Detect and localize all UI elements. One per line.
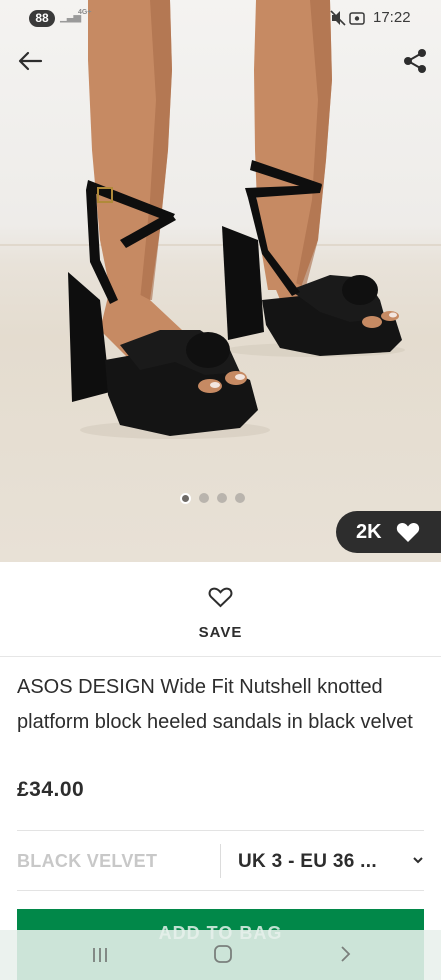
likes-badge[interactable]: 2K bbox=[336, 511, 441, 553]
save-section: SAVE bbox=[0, 562, 441, 657]
clock: 17:22 bbox=[373, 9, 411, 26]
vertical-divider bbox=[220, 844, 221, 878]
status-icons bbox=[330, 10, 366, 29]
heart-outline-icon[interactable] bbox=[208, 586, 233, 608]
mute-icon bbox=[330, 10, 365, 26]
save-button[interactable]: SAVE bbox=[0, 624, 441, 641]
carousel-dot-1[interactable] bbox=[180, 492, 191, 504]
likes-count: 2K bbox=[356, 520, 382, 543]
share-icon bbox=[404, 49, 426, 73]
system-nav-bar bbox=[0, 930, 441, 980]
divider bbox=[17, 890, 424, 891]
network-type-label: 4G+ bbox=[78, 9, 92, 16]
carousel-dot-4[interactable] bbox=[235, 493, 245, 503]
arrow-left-icon bbox=[18, 51, 43, 71]
back-chevron-icon[interactable] bbox=[338, 944, 354, 964]
heart-filled-icon bbox=[396, 522, 419, 542]
product-image[interactable] bbox=[0, 0, 441, 562]
back-button[interactable] bbox=[16, 48, 46, 74]
carousel-dot-3[interactable] bbox=[217, 493, 227, 503]
size-select[interactable]: UK 3 - EU 36 ... bbox=[238, 849, 428, 875]
home-icon[interactable] bbox=[213, 944, 233, 964]
sandals-photo bbox=[68, 0, 405, 439]
carousel-dots bbox=[180, 491, 245, 505]
status-bar: 88 ▁▃▅ 4G+ 17:22 bbox=[0, 0, 441, 38]
share-button[interactable] bbox=[400, 48, 430, 74]
product-title: ASOS DESIGN Wide Fit Nutshell knotted pl… bbox=[17, 676, 413, 733]
size-value: UK 3 - EU 36 ... bbox=[238, 851, 377, 872]
carousel-dot-2[interactable] bbox=[199, 493, 209, 503]
battery-badge: 88 bbox=[29, 10, 55, 27]
divider bbox=[17, 830, 424, 831]
colour-label: BLACK VELVET bbox=[17, 851, 158, 871]
product-price: £34.00 bbox=[17, 778, 85, 801]
recent-apps-icon[interactable] bbox=[90, 945, 110, 965]
chevron-down-icon bbox=[413, 857, 423, 864]
